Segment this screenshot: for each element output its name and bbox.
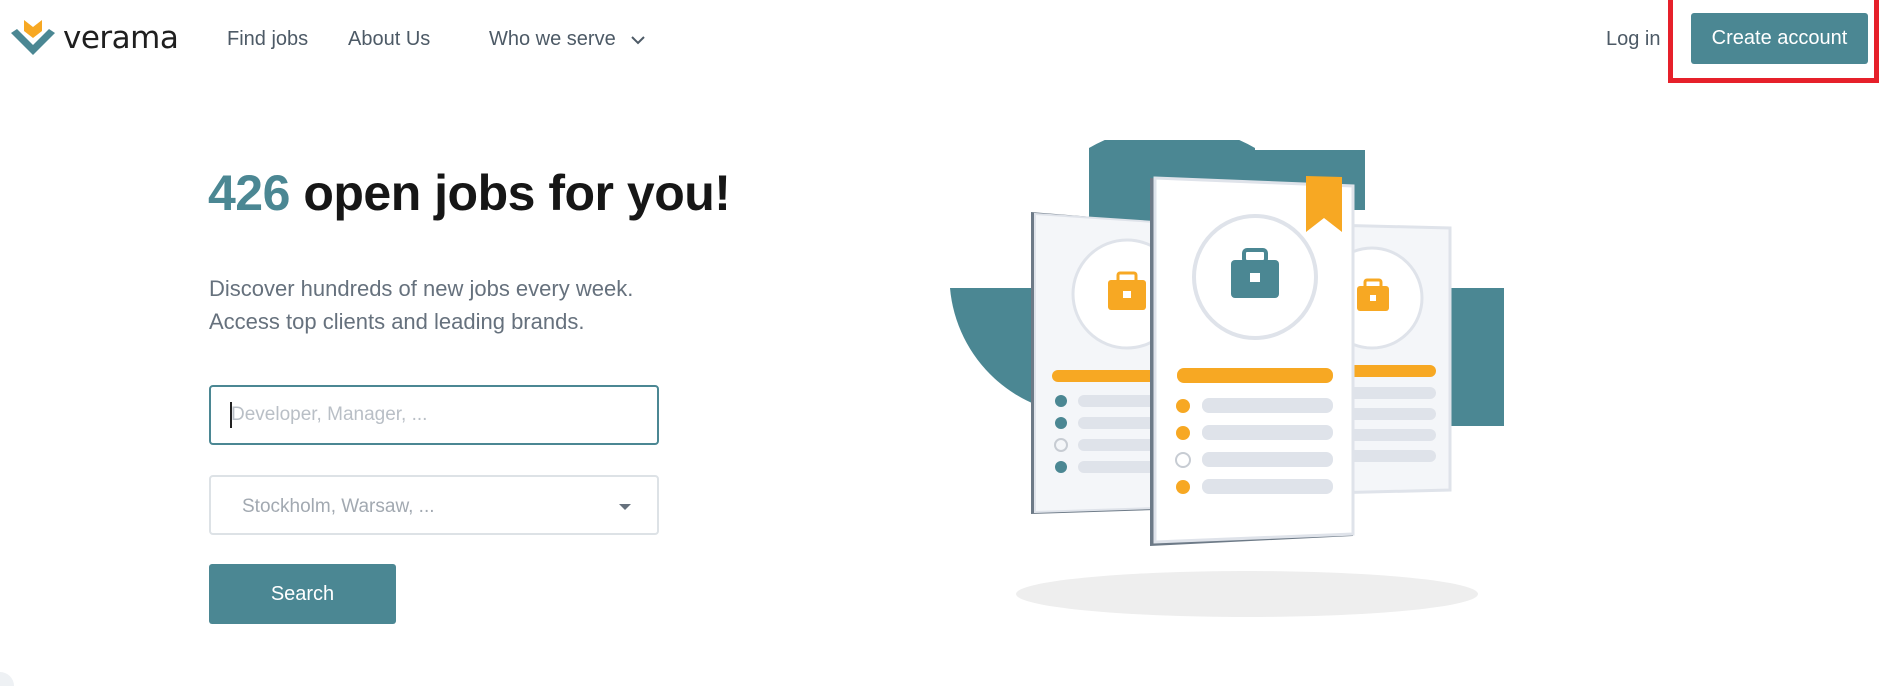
log-in-link[interactable]: Log in (1606, 28, 1661, 51)
hero-subtitle-line1: Discover hundreds of new jobs every week… (209, 276, 634, 301)
page-title-text: open jobs for you! (303, 165, 731, 221)
hero-subtitle: Discover hundreds of new jobs every week… (209, 272, 633, 338)
open-jobs-count: 426 (208, 165, 290, 221)
top-navigation: verama Find jobs About Us Who we serve L… (0, 0, 1879, 83)
brand-name: verama (63, 20, 179, 56)
page-corner-decoration (0, 672, 14, 686)
verama-logo[interactable]: verama (10, 18, 179, 58)
search-button[interactable]: Search (209, 564, 396, 624)
location-select[interactable]: Stockholm, Warsaw, ... (209, 475, 659, 535)
location-placeholder: Stockholm, Warsaw, ... (242, 496, 435, 517)
chevron-down-icon (631, 35, 645, 44)
job-search-input[interactable] (209, 385, 659, 445)
dropdown-arrow-icon (619, 504, 631, 510)
page-title: 426 open jobs for you! (208, 164, 731, 222)
create-account-button[interactable]: Create account (1691, 13, 1868, 64)
verama-logo-icon (11, 20, 55, 55)
nav-who-we-serve[interactable]: Who we serve (489, 28, 646, 51)
nav-about-us[interactable]: About Us (348, 28, 430, 51)
nav-find-jobs[interactable]: Find jobs (227, 28, 308, 51)
nav-who-we-serve-label: Who we serve (489, 28, 616, 50)
center-job-card (1150, 176, 1355, 546)
job-cards-illustration (950, 140, 1504, 617)
text-cursor (230, 402, 232, 428)
illustration-shadow (1016, 571, 1478, 617)
hero-subtitle-line2: Access top clients and leading brands. (209, 309, 585, 334)
